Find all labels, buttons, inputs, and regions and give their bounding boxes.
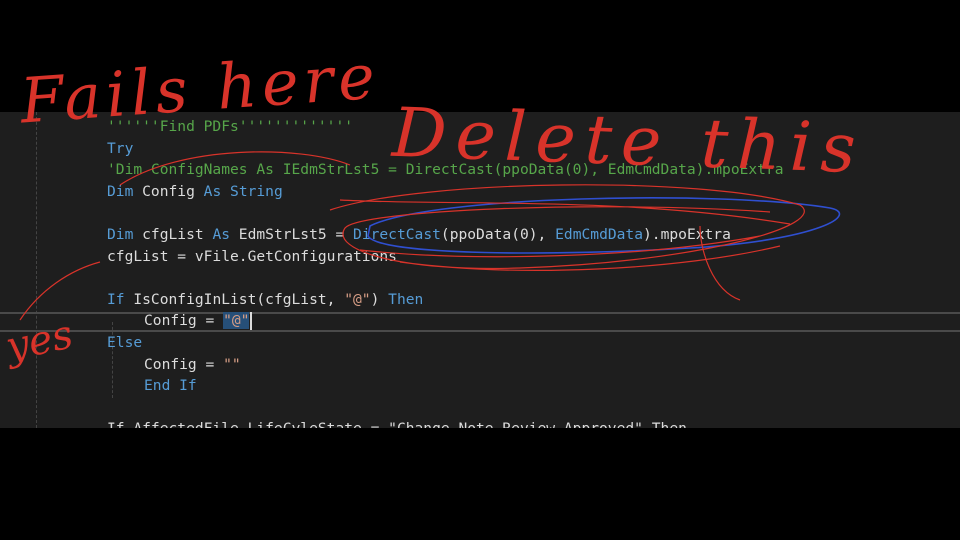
code-line[interactable]: End If (144, 376, 197, 396)
code-token: Config = (144, 312, 224, 330)
code-token: IsConfigInList(cfgList, (124, 290, 345, 308)
code-token: Else (107, 334, 143, 351)
code-line[interactable]: Dim Config As String (107, 182, 283, 202)
code-token: End If (144, 377, 197, 395)
code-token: EdmStrLst5 = (230, 226, 354, 243)
code-token: ).mpoExtra (643, 226, 731, 243)
code-token: Dim (107, 182, 134, 200)
code-token: ) (370, 290, 389, 308)
code-line[interactable]: Dim cfgList As EdmStrLst5 = DirectCast(p… (107, 225, 731, 245)
code-token: String (230, 182, 283, 200)
code-line[interactable]: Config = "@" (144, 311, 253, 331)
code-token: "" (223, 355, 241, 373)
code-token: cfgList (133, 226, 213, 243)
code-line[interactable]: cfgList = vFile.GetConfigurations (107, 247, 397, 267)
text-caret (250, 312, 253, 331)
code-line[interactable]: Try (107, 139, 133, 159)
code-token: If AffectedFile.LifeCyleState = "Change … (107, 420, 687, 428)
code-token: If (107, 290, 125, 308)
code-token: Then (388, 290, 424, 308)
code-token: EdmCmdData (555, 226, 644, 243)
code-token: As (212, 226, 231, 243)
indent-guide (36, 112, 37, 428)
code-token: cfgList = vFile.GetConfigurations (107, 247, 397, 265)
code-token: Try (107, 139, 134, 157)
code-line[interactable]: If IsConfigInList(cfgList, "@") Then (107, 290, 423, 310)
code-token: Dim (107, 226, 134, 243)
annotation-delete-this: Delete this (390, 93, 866, 190)
code-token: (ppoData(0), (440, 226, 556, 243)
code-token: As (203, 182, 222, 200)
code-token: DirectCast (353, 226, 441, 243)
code-token: Config (133, 182, 204, 200)
code-line[interactable]: Config = "" (144, 355, 241, 375)
selected-token: "@" (223, 312, 250, 330)
code-line[interactable]: If AffectedFile.LifeCyleState = "Change … (107, 419, 687, 428)
code-token: "@" (344, 290, 371, 308)
code-token: Config = (144, 355, 224, 373)
code-line[interactable]: Else (107, 333, 142, 353)
